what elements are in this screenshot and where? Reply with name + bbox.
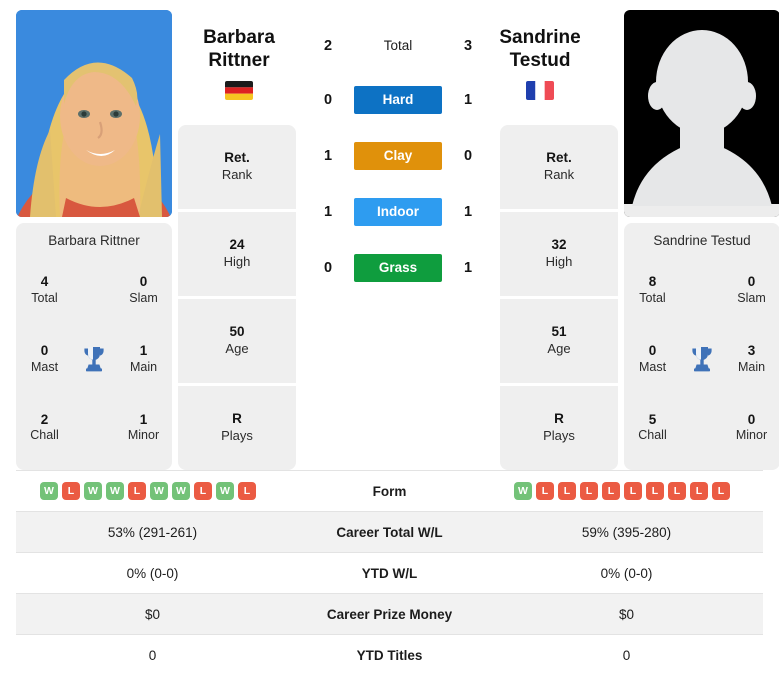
right-titles-chall: 5 Chall	[638, 411, 667, 443]
right-titles-minor: 0 Minor	[735, 411, 768, 443]
left-titles-main: 1 Main	[129, 343, 158, 374]
form-badge: W	[106, 482, 124, 500]
germany-flag-icon	[225, 81, 253, 101]
left-player-card-name: Barbara Rittner	[48, 233, 140, 248]
form-badge: L	[128, 482, 146, 500]
right-player-titles-card: Sandrine Testud 8 Total 0 Slam 0 Mast 3 …	[624, 223, 779, 470]
row-label-career-prize-money: Career Prize Money	[289, 593, 490, 635]
form-badge: L	[580, 482, 598, 500]
h2h-grass-right: 1	[463, 260, 473, 276]
right-player-first-name: Sandrine	[499, 27, 581, 48]
france-flag-icon	[526, 81, 554, 101]
form-badge: W	[150, 482, 168, 500]
left-rank-age: 50 Age	[178, 299, 296, 383]
table-row-ytd-wl: 0% (0-0) YTD W/L 0% (0-0)	[16, 552, 763, 594]
right-titles-grid: 8 Total 0 Slam 0 Mast 3 Main 5 Chall 0 M…	[624, 256, 779, 462]
right-titles-mast: 0 Mast	[638, 343, 667, 374]
left-player-name-block[interactable]: Barbara Rittner	[164, 26, 314, 101]
h2h-indoor-right: 1	[463, 204, 473, 220]
form-badge: W	[40, 482, 58, 500]
form-badge: L	[194, 482, 212, 500]
form-badge: L	[646, 482, 664, 500]
left-titles-minor: 1 Minor	[127, 411, 160, 443]
table-row-form: WLWWLWWLWL Form WLLLLLLLLL	[16, 470, 763, 512]
left-titles-mast: 0 Mast	[30, 343, 59, 374]
comparison-table: WLWWLWWLWL Form WLLLLLLLLL 53% (291-261)…	[16, 470, 763, 676]
h2h-grass-row: 0 Grass 1	[302, 254, 494, 282]
right-player-column: Sandrine Testud 8 Total 0 Slam 0 Mast 3 …	[624, 10, 779, 470]
table-row-ytd-titles: 0 YTD Titles 0	[16, 634, 763, 676]
trophy-icon	[681, 345, 723, 373]
form-badge: W	[514, 482, 532, 500]
left-titles-total: 4 Total	[31, 274, 58, 305]
table-row-career-prize-money: $0 Career Prize Money $0	[16, 593, 763, 635]
h2h-clay-right: 0	[463, 148, 473, 164]
form-badge: L	[712, 482, 730, 500]
right-career-total-wl: 59% (395-280)	[490, 511, 763, 553]
h2h-hard-badge: Hard	[354, 86, 442, 114]
right-player-name-block[interactable]: Sandrine Testud	[465, 26, 615, 101]
form-badge: L	[238, 482, 256, 500]
table-row-career-total-wl: 53% (291-261) Career Total W/L 59% (395-…	[16, 511, 763, 553]
form-badge: L	[602, 482, 620, 500]
right-titles-main: 3 Main	[737, 343, 766, 374]
h2h-clay-left: 1	[323, 148, 333, 164]
form-badge: W	[84, 482, 102, 500]
h2h-indoor-badge: Indoor	[354, 198, 442, 226]
form-badge: W	[216, 482, 234, 500]
h2h-grass-badge: Grass	[354, 254, 442, 282]
left-rank-high: 24 High	[178, 212, 296, 296]
form-badge: L	[62, 482, 80, 500]
right-rank-plays: R Plays	[500, 386, 618, 470]
form-badge: L	[624, 482, 642, 500]
row-label-ytd-titles: YTD Titles	[356, 647, 423, 663]
player-comparison-top: Barbara Rittner 4 Total 0 Slam 0 Mast 1 …	[0, 0, 779, 470]
left-rank-rank: Ret. Rank	[178, 125, 296, 209]
right-titles-slam: 0 Slam	[737, 274, 766, 305]
row-label-form: Form	[372, 483, 407, 499]
right-career-prize-money: $0	[490, 593, 763, 635]
h2h-clay-row: 1 Clay 0	[302, 142, 494, 170]
right-ytd-titles: 0	[622, 647, 631, 663]
right-form-cell: WLLLLLLLLL	[490, 471, 763, 512]
right-titles-total: 8 Total	[639, 274, 666, 305]
h2h-grass-left: 0	[323, 260, 333, 276]
right-rank-age: 51 Age	[500, 299, 618, 383]
form-badge: L	[558, 482, 576, 500]
left-player-photo[interactable]	[16, 10, 172, 217]
left-player-first-name: Barbara	[203, 27, 275, 48]
left-career-prize-money: $0	[16, 593, 289, 635]
form-badge: L	[536, 482, 554, 500]
h2h-total-label: Total	[383, 38, 413, 53]
left-form-badges: WLWWLWWLWL	[20, 482, 285, 500]
form-badge: L	[668, 482, 686, 500]
left-player-last-name: Rittner	[208, 50, 270, 72]
h2h-indoor-left: 1	[323, 204, 333, 220]
left-form-cell: WLWWLWWLWL	[16, 471, 289, 512]
row-label-ytd-wl: YTD W/L	[361, 565, 418, 581]
left-ytd-titles: 0	[148, 647, 157, 663]
h2h-indoor-row: 1 Indoor 1	[302, 198, 494, 226]
right-player-photo[interactable]	[624, 10, 779, 217]
left-rank-plays: R Plays	[178, 386, 296, 470]
left-player-column: Barbara Rittner 4 Total 0 Slam 0 Mast 1 …	[16, 10, 172, 470]
right-rank-rank: Ret. Rank	[500, 125, 618, 209]
right-player-last-name: Testud	[509, 50, 571, 72]
left-titles-grid: 4 Total 0 Slam 0 Mast 1 Main 2 Chall 1 M…	[16, 256, 172, 462]
right-form-badges: WLLLLLLLLL	[494, 482, 759, 500]
form-badge: W	[172, 482, 190, 500]
right-ytd-wl: 0% (0-0)	[600, 565, 653, 581]
left-career-total-wl: 53% (291-261)	[16, 511, 289, 553]
left-player-titles-card: Barbara Rittner 4 Total 0 Slam 0 Mast 1 …	[16, 223, 172, 470]
left-titles-chall: 2 Chall	[30, 411, 59, 443]
form-badge: L	[690, 482, 708, 500]
trophy-icon	[73, 345, 115, 373]
row-label-career-total-wl: Career Total W/L	[289, 511, 490, 553]
right-rank-high: 32 High	[500, 212, 618, 296]
left-titles-slam: 0 Slam	[129, 274, 158, 305]
right-player-card-name: Sandrine Testud	[653, 233, 751, 248]
head-to-head-panel: Barbara Rittner 4 Total 0 Slam 0 Mast 1 …	[0, 0, 779, 470]
left-ytd-wl: 0% (0-0)	[126, 565, 179, 581]
h2h-clay-badge: Clay	[354, 142, 442, 170]
